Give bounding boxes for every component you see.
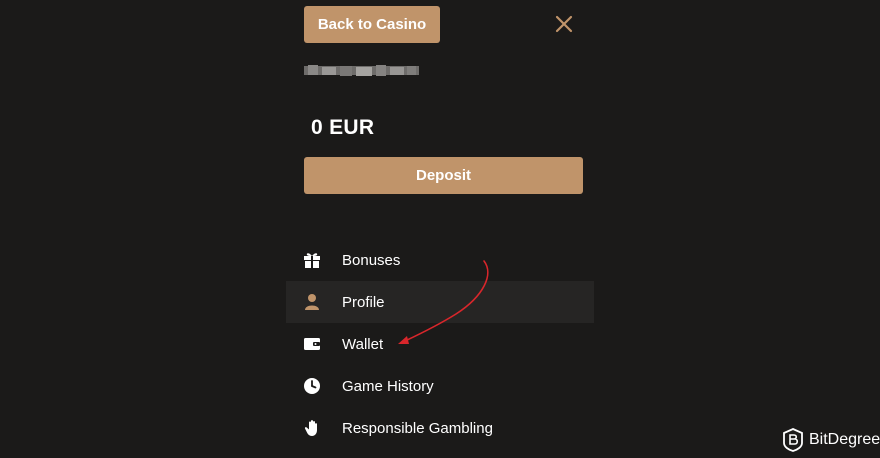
menu-label-profile: Profile: [342, 293, 385, 311]
back-to-casino-button[interactable]: Back to Casino: [304, 6, 440, 43]
menu-item-responsible-gambling[interactable]: Responsible Gambling: [286, 407, 594, 449]
brand-name: BitDegree: [809, 431, 880, 448]
menu-label-wallet: Wallet: [342, 335, 384, 353]
gift-icon: [303, 251, 321, 269]
balance-amount: 0 EUR: [311, 116, 375, 139]
wallet-icon: [303, 335, 321, 353]
user-icon: [303, 293, 321, 311]
hand-icon: [303, 419, 321, 437]
username-blurred: [304, 65, 419, 76]
deposit-button[interactable]: Deposit: [304, 157, 583, 194]
annotation-arrow: [398, 260, 489, 344]
menu-item-game-history[interactable]: Game History: [286, 365, 594, 407]
bitdegree-watermark: BitDegree: [783, 428, 880, 452]
close-icon: [555, 15, 573, 33]
clock-icon: [303, 377, 321, 395]
menu-label-responsible-gambling: Responsible Gambling: [342, 419, 493, 437]
account-panel: Back to Casino 0 EUR Deposit Bonuses Pro…: [0, 0, 880, 458]
menu-label-game-history: Game History: [342, 377, 434, 395]
close-button[interactable]: [552, 12, 576, 36]
bitdegree-logo-icon: [783, 428, 803, 452]
